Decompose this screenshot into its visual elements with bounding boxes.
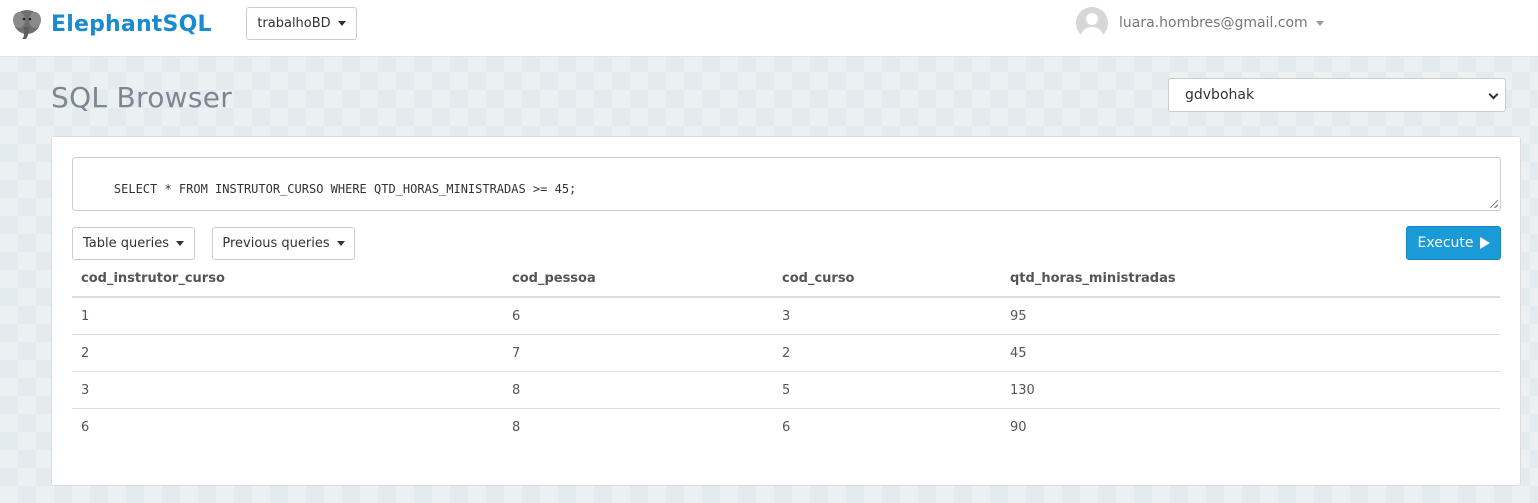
database-select[interactable]: gdvbohak [1168, 78, 1506, 112]
brand-logo-link[interactable]: ElephantSQL [10, 7, 212, 41]
results-table: cod_instrutor_curso cod_pessoa cod_curso… [72, 261, 1500, 446]
table-row: 3 8 5 130 [72, 372, 1500, 409]
sql-query-input[interactable]: SELECT * FROM INSTRUTOR_CURSO WHERE QTD_… [72, 157, 1501, 211]
table-cell: 5 [782, 383, 791, 398]
sql-panel: SELECT * FROM INSTRUTOR_CURSO WHERE QTD_… [51, 136, 1521, 486]
user-email: luara.hombres@gmail.com [1119, 15, 1308, 31]
table-row: 6 8 6 90 [72, 409, 1500, 446]
previous-queries-label: Previous queries [222, 236, 330, 251]
brand-name: ElephantSQL [51, 11, 212, 37]
table-cell: 90 [1010, 420, 1027, 435]
play-icon [1479, 237, 1490, 249]
table-queries-label: Table queries [83, 236, 169, 251]
table-row: 1 6 3 95 [72, 298, 1500, 335]
previous-queries-button[interactable]: Previous queries [212, 227, 355, 260]
instance-label: trabalhoBD [257, 16, 331, 31]
table-row: 2 7 2 45 [72, 335, 1500, 372]
table-header-row: cod_instrutor_curso cod_pessoa cod_curso… [72, 261, 1500, 298]
elephant-logo-icon [13, 10, 41, 39]
table-cell: 95 [1010, 309, 1027, 324]
sql-query-text: SELECT * FROM INSTRUTOR_CURSO WHERE QTD_… [113, 182, 577, 196]
column-header: cod_instrutor_curso [81, 271, 225, 286]
database-select-value: gdvbohak [1185, 87, 1255, 103]
table-cell: 6 [512, 309, 521, 324]
select-chevron-icon [1488, 89, 1499, 100]
caret-down-icon [175, 241, 184, 246]
avatar-icon [1076, 7, 1108, 39]
user-menu[interactable]: luara.hombres@gmail.com [1076, 7, 1324, 39]
table-cell: 2 [782, 346, 791, 361]
table-cell: 3 [782, 309, 791, 324]
table-cell: 6 [782, 420, 791, 435]
table-cell: 8 [512, 383, 521, 398]
instance-dropdown[interactable]: trabalhoBD [246, 7, 357, 40]
table-cell: 130 [1010, 383, 1035, 398]
execute-button[interactable]: Execute [1406, 226, 1501, 260]
execute-label: Execute [1417, 235, 1474, 251]
column-header: cod_pessoa [512, 271, 596, 286]
column-header: qtd_horas_ministradas [1010, 271, 1176, 286]
top-navbar: ElephantSQL trabalhoBD luara.hombres@gma… [0, 0, 1538, 57]
resize-grip-icon[interactable] [1490, 200, 1498, 208]
caret-down-icon [336, 241, 345, 246]
table-cell: 8 [512, 420, 521, 435]
table-queries-button[interactable]: Table queries [72, 227, 195, 260]
page-title: SQL Browser [51, 81, 233, 114]
table-cell: 3 [81, 383, 90, 398]
table-cell: 7 [512, 346, 521, 361]
table-cell: 6 [81, 420, 90, 435]
caret-down-icon [1315, 20, 1324, 26]
table-cell: 1 [81, 309, 90, 324]
table-cell: 45 [1010, 346, 1027, 361]
column-header: cod_curso [782, 271, 855, 286]
caret-down-icon [337, 21, 346, 26]
table-cell: 2 [81, 346, 90, 361]
